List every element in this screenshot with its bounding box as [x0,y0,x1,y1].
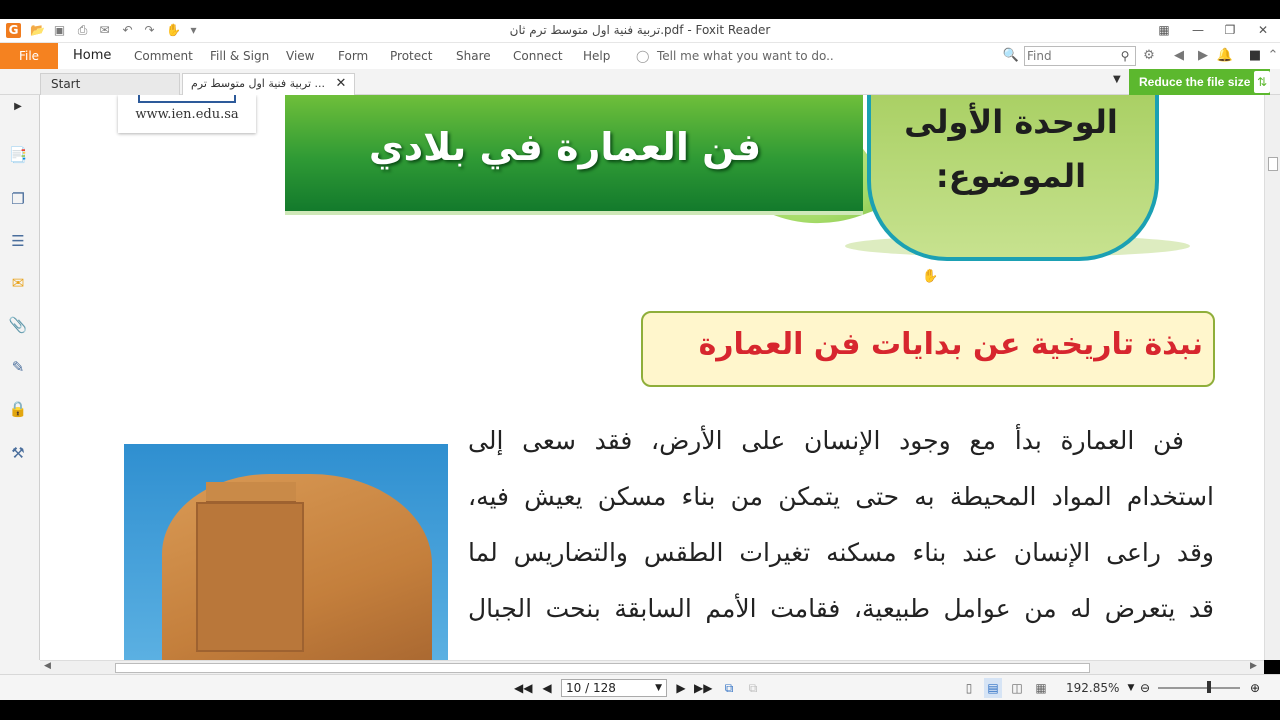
paragraph-line: وقد راعى الإنسان عند بناء مسكنه تغيرات ا… [468,538,1214,567]
tools-icon[interactable]: ⚒ [8,443,28,463]
top-black-bar [0,0,1280,19]
vertical-scrollbar[interactable] [1264,95,1280,660]
menu-home[interactable]: Home [73,48,111,63]
title-bar: G 📂 ▣ ⎙ ✉ ↶ ↷ ✋ ▾ تربية فنية اول متوسط ت… [0,19,1280,43]
zoom-slider-thumb[interactable] [1207,681,1211,693]
menu-fill-sign[interactable]: Fill & Sign [210,49,269,63]
minimize-button[interactable]: — [1188,21,1208,39]
single-page-icon[interactable]: ▯ [960,678,978,698]
menu-share[interactable]: Share [456,49,491,63]
zoom-out-icon[interactable]: ⊖ [1136,678,1154,698]
zoom-in-icon[interactable]: ⊕ [1246,678,1264,698]
menu-view[interactable]: View [286,49,314,63]
ribbon-menu-bar: File Home Comment Fill & Sign View Form … [0,43,1280,69]
user-account-icon[interactable]: ■ [1246,47,1264,65]
continuous-facing-icon[interactable]: ▦ [1032,678,1050,698]
paragraph-line: قد يتعرض له من عوامل طبيعية، فقامت الأمم… [468,594,1214,623]
carved-tomb-facade [196,502,304,652]
title-banner: فن العمارة في بلادي [285,95,863,215]
website-url: www.ien.edu.sa [135,107,239,122]
find-input[interactable] [1027,48,1119,64]
previous-page-icon[interactable]: ◀ [538,678,556,698]
window-title: تربية فنية اول متوسط ترم ثان.pdf - Foxit… [509,23,771,37]
tab-list-dropdown-icon[interactable]: ▼ [1113,74,1121,85]
restore-button[interactable]: ❐ [1220,21,1240,39]
scroll-corner [0,660,40,674]
bottom-black-bar [0,700,1280,720]
previous-arrow-icon[interactable]: ◀ [1170,47,1188,65]
section-heading-box: نبذة تاريخية عن بدايات فن العمارة [641,311,1215,387]
topic-label: الموضوع: [935,157,1087,195]
signatures-icon[interactable]: ✎ [8,357,28,377]
scroll-left-arrow-icon[interactable]: ◀ [44,661,51,671]
tell-me-input[interactable]: Tell me what you want to do.. [657,49,834,63]
tab-document-label: تربية فنية اول متوسط ترم ... [191,77,326,90]
logo-frame [138,95,236,103]
reduce-file-size-label: Reduce the file size [1139,75,1251,89]
panel-expand-arrow-icon[interactable]: ▶ [8,97,28,117]
first-page-icon[interactable]: ◀◀ [514,678,532,698]
facing-pages-icon[interactable]: ◫ [1008,678,1026,698]
tomb-facade-crown [206,482,296,504]
page-indicator: 10 / 128 [566,681,616,695]
zoom-level[interactable]: 192.85% [1066,681,1119,695]
next-arrow-icon[interactable]: ▶ [1194,47,1212,65]
reduce-file-size-button[interactable]: Reduce the file size [1129,69,1270,95]
ribbon-collapse-icon[interactable]: ⌃ [1264,47,1280,65]
page-dropdown-icon[interactable]: ▼ [655,680,662,696]
attachments-icon[interactable]: 📎 [8,315,28,335]
file-menu[interactable]: File [0,43,58,69]
banner-title: فن العمارة في بلادي [368,125,762,169]
menu-comment[interactable]: Comment [134,49,193,63]
layers-icon[interactable]: ☰ [8,231,28,251]
scroll-right-arrow-icon[interactable]: ▶ [1250,661,1257,671]
search-icon[interactable]: ⚲ [1117,47,1133,65]
previous-view-icon[interactable]: ⧉ [720,678,738,698]
close-tab-icon[interactable]: ✕ [333,74,349,94]
document-tab-bar: Start تربية فنية اول متوسط ترم ... ✕ ▼ R… [0,69,1280,96]
section-heading: نبذة تاريخية عن بدايات فن العمارة [698,327,1203,362]
lightbulb-icon: ◯ [636,49,650,63]
url-label-box: www.ien.edu.sa [118,95,256,133]
left-navigation-panel: ▶ 📑 ❐ ☰ ✉ 📎 ✎ 🔒 ⚒ [0,95,40,660]
tab-document[interactable]: تربية فنية اول متوسط ترم ... ✕ [182,73,355,96]
menu-connect[interactable]: Connect [513,49,563,63]
next-view-icon[interactable]: ⧉ [744,678,762,698]
next-page-icon[interactable]: ▶ [672,678,690,698]
page-thumbnails-icon[interactable]: ❐ [8,189,28,209]
tab-start[interactable]: Start [40,73,180,95]
unit-label-box: الوحدة الأولى الموضوع: [867,95,1159,261]
menu-protect[interactable]: Protect [390,49,432,63]
vertical-scroll-thumb[interactable] [1268,157,1278,171]
page-number-field[interactable]: 10 / 128 ▼ [561,679,667,697]
hand-cursor-icon: ✋ [922,269,939,284]
continuous-page-icon[interactable]: ▤ [984,678,1002,698]
zoom-slider-track[interactable] [1158,687,1240,689]
paragraph-line: فن العمارة بدأ مع وجود الإنسان على الأرض… [468,426,1184,455]
find-box[interactable]: ⚲ [1024,46,1136,66]
layout-icon[interactable]: ▦ [1154,21,1174,39]
settings-gear-icon[interactable]: ⚙ [1140,47,1158,65]
pdf-page-view: www.ien.edu.sa فن العمارة في بلادي الوحد… [40,95,1264,660]
security-lock-icon[interactable]: 🔒 [8,399,28,419]
tab-start-label: Start [51,77,81,91]
horizontal-scrollbar[interactable]: ◀ ▶ [40,660,1264,674]
last-page-icon[interactable]: ▶▶ [694,678,712,698]
status-bar: ◀◀ ◀ 10 / 128 ▼ ▶ ▶▶ ⧉ ⧉ ▯ ▤ ◫ ▦ 192.85%… [0,674,1280,700]
madain-saleh-photo [124,444,448,660]
comments-icon[interactable]: ✉ [8,273,28,293]
body-paragraph: فن العمارة بدأ مع وجود الإنسان على الأرض… [468,413,1214,637]
menu-form[interactable]: Form [338,49,368,63]
menu-help[interactable]: Help [583,49,610,63]
unit-title: الوحدة الأولى [904,103,1118,141]
horizontal-scroll-thumb[interactable] [115,663,1090,673]
close-window-button[interactable]: ✕ [1253,21,1273,39]
paragraph-line: استخدام المواد المحيطة به حتى يتمكن من ب… [468,482,1214,511]
notification-bell-icon[interactable]: 🔔 [1216,47,1234,65]
file-compress-icon[interactable]: ⇅ [1254,71,1270,93]
bookmarks-icon[interactable]: 📑 [8,145,28,165]
find-folder-icon[interactable]: 🔍 [1002,47,1020,65]
